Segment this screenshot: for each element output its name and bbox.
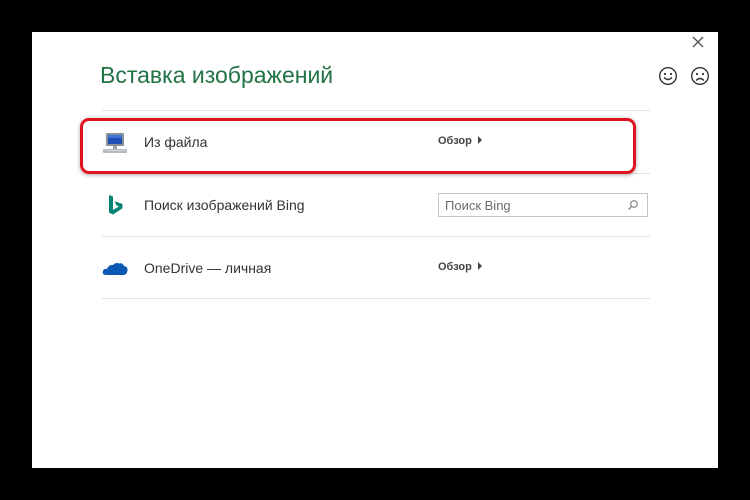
divider: [102, 298, 650, 299]
search-icon[interactable]: [627, 199, 639, 211]
option-label: Из файла: [144, 134, 208, 150]
divider: [102, 236, 650, 237]
option-from-file[interactable]: Из файла Обзор: [102, 118, 650, 168]
arrow-right-icon: [477, 136, 482, 144]
option-label: OneDrive — личная: [144, 260, 272, 276]
divider: [102, 173, 650, 174]
close-button[interactable]: [690, 34, 706, 50]
bing-search-box: [438, 193, 648, 217]
browse-label: Обзор: [438, 135, 472, 147]
arrow-right-icon: [477, 262, 482, 270]
option-label: Поиск изображений Bing: [144, 197, 305, 213]
option-bing-search: Поиск изображений Bing: [102, 181, 650, 231]
close-icon: [692, 36, 704, 48]
smile-icon: [658, 66, 678, 86]
browse-label: Обзор: [438, 261, 472, 273]
onedrive-cloud-icon: [102, 256, 128, 282]
frown-icon: [690, 66, 710, 86]
computer-icon: [102, 130, 128, 156]
bing-search-input[interactable]: [439, 194, 625, 216]
insert-pictures-dialog: Вставка изображений Из файла Обзор Поиск…: [32, 32, 718, 468]
smile-feedback-button[interactable]: [658, 66, 678, 86]
divider: [102, 110, 650, 111]
browse-link[interactable]: Обзор: [438, 135, 482, 147]
bing-logo-icon: [102, 193, 128, 219]
browse-link[interactable]: Обзор: [438, 261, 482, 273]
frown-feedback-button[interactable]: [690, 66, 710, 86]
option-onedrive[interactable]: OneDrive — личная Обзор: [102, 244, 650, 294]
dialog-title: Вставка изображений: [100, 62, 334, 88]
